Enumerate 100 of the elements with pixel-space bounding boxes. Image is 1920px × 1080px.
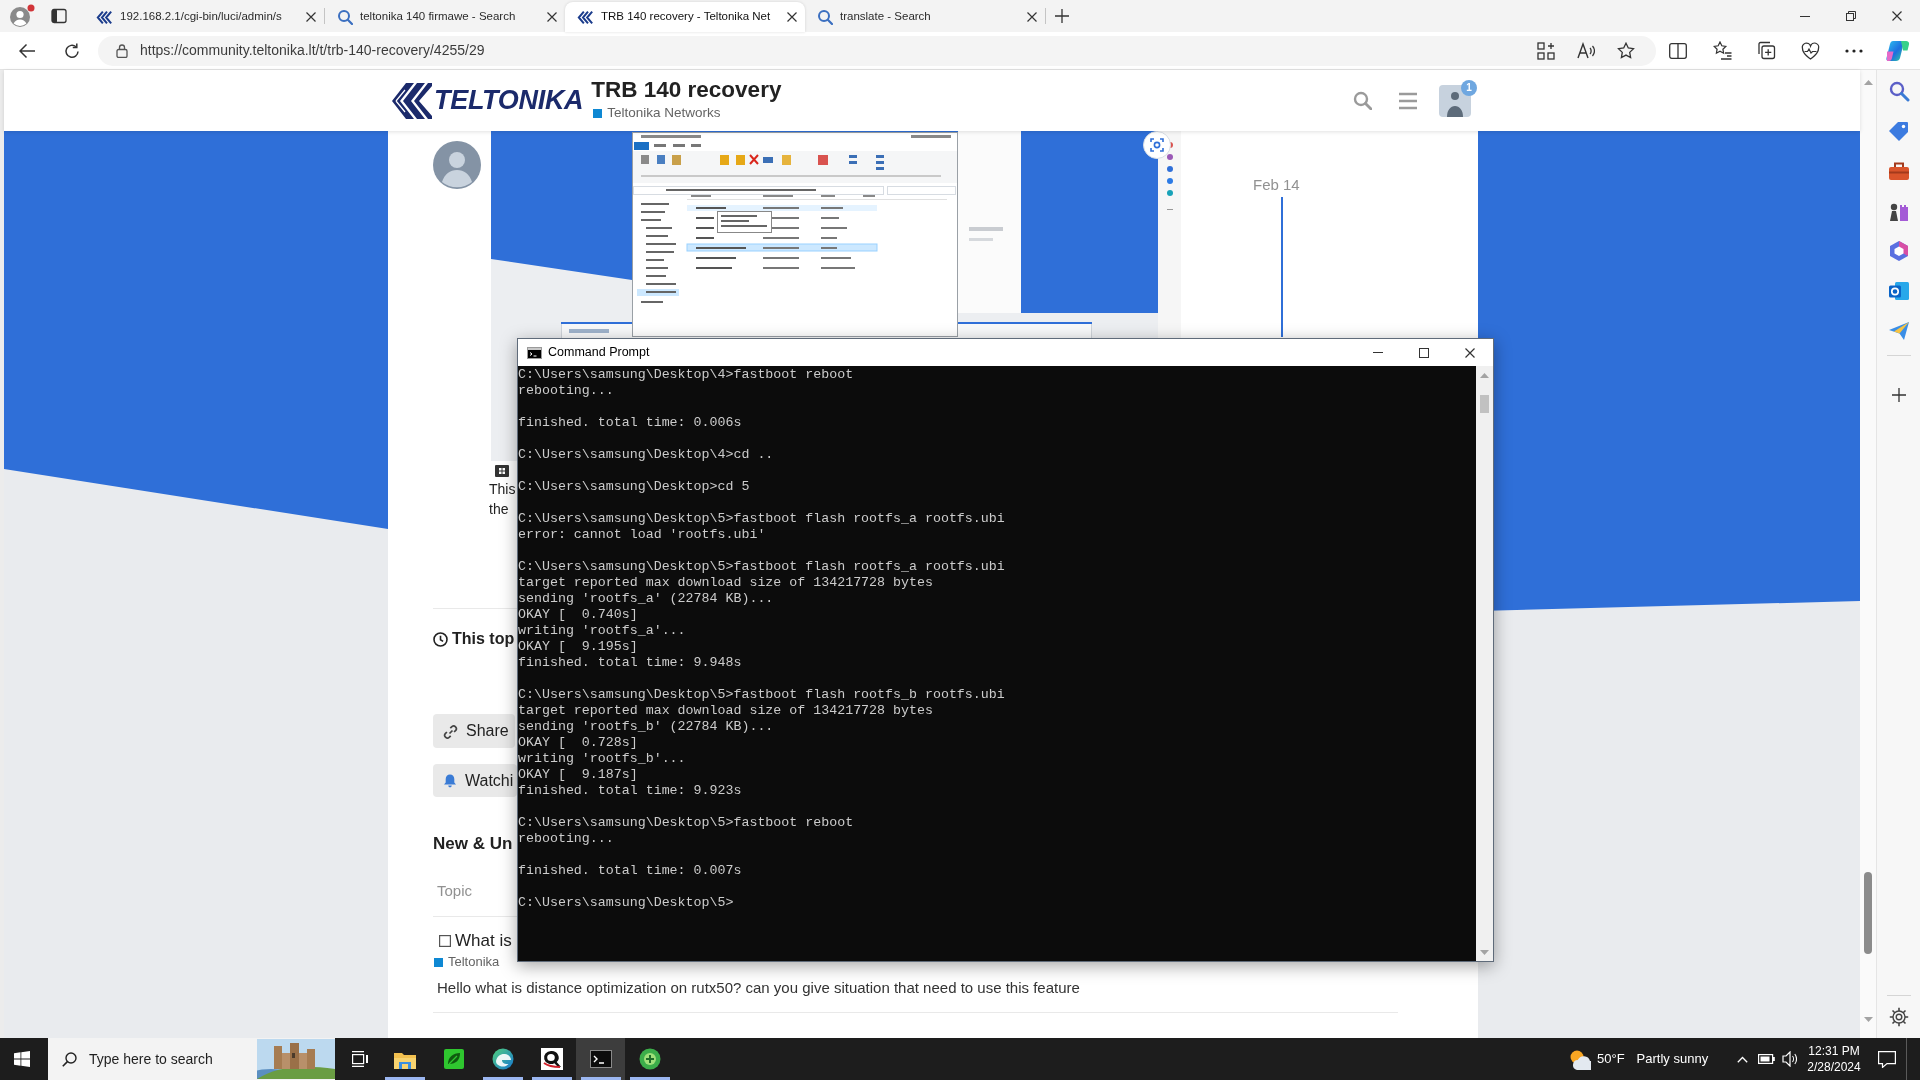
console-line: OKAY [ 9.195s] [518,639,638,655]
menu-icon[interactable] [1399,91,1417,110]
console-line: OKAY [ 0.728s] [518,735,638,751]
console-line: rebooting... [518,831,614,847]
app-logo-icon [540,1048,563,1070]
grid-icon[interactable] [495,465,509,477]
browser-tab[interactable]: TRB 140 recovery - Teltonika Net [565,2,805,32]
link-icon [443,723,458,739]
section-heading: New & Un [433,833,513,855]
heart-pulse-icon[interactable] [1800,41,1820,60]
start-icon[interactable] [14,1051,30,1067]
avatar-placeholder[interactable] [433,141,481,189]
search-icon [62,1051,77,1067]
split-screen-icon[interactable] [1669,42,1687,59]
more-icon[interactable] [1845,48,1863,53]
scroll-thumb[interactable] [1864,872,1872,954]
scan-icon[interactable] [1143,131,1171,159]
taskbar-button[interactable] [576,1038,625,1080]
favorite-star-icon[interactable] [1617,42,1635,59]
search-icon[interactable] [1352,91,1372,110]
paper-plane-icon[interactable] [1887,320,1910,342]
watch-button[interactable]: Watchi [433,764,517,797]
leaf-tile-icon [443,1049,464,1069]
console-line: writing 'rootfs_b'... [518,751,686,767]
site-logo[interactable]: TELTONIKA [388,80,584,121]
clock-icon [433,631,448,647]
console-icon [589,1050,612,1068]
speaker-icon[interactable] [1781,1051,1797,1067]
read-aloud-icon[interactable] [1577,41,1595,60]
address-bar[interactable]: https://community.teltonika.lt/t/trb-140-recovery/4255/29 [98,35,1656,66]
clock-time[interactable]: 12:31 PM [1800,1043,1868,1059]
chevron-up-icon[interactable] [1736,1055,1748,1063]
close-icon[interactable] [1465,347,1475,358]
console-line: C:\Users\samsung\Desktop\5>fastboot flash rootfs_a rootfs.ubi [518,559,1005,575]
console-line: C:\Users\samsung\Desktop\5> [518,895,734,911]
console-line: writing 'rootfs_a'... [518,623,686,639]
chevrons-icon [577,9,594,25]
close-icon[interactable] [787,12,797,22]
search-icon [337,9,353,25]
console-line: OKAY [ 0.740s] [518,607,638,623]
add-icon[interactable] [1891,388,1906,402]
task-view-icon[interactable] [352,1051,368,1067]
browser-icon [491,1048,514,1070]
search-icon[interactable] [1887,80,1910,102]
restore-icon[interactable] [1846,11,1856,21]
profile-icon[interactable] [9,4,35,28]
browser-tab[interactable]: translate - Search [805,2,1045,32]
share-button[interactable]: Share [433,714,515,748]
console-line: OKAY [ 9.187s] [518,767,638,783]
toolbox-icon[interactable] [1887,160,1910,182]
temperature-text[interactable]: 50°F [1597,1049,1625,1069]
topic-excerpt: Hello what is distance optimization on rutx50? can you give situation that need to use this feature [436,978,1080,998]
timeline-track[interactable] [1281,197,1283,337]
search-input[interactable]: Type here to search [89,1049,257,1069]
section-heading: This top [452,629,515,649]
notification-icon[interactable] [1878,1050,1896,1068]
weather-icon[interactable] [1568,1048,1591,1070]
tab-actions-icon[interactable] [51,8,67,24]
maximize-icon[interactable] [1419,347,1429,358]
bell-icon [443,773,457,788]
window-title: Command Prompt [548,344,650,362]
battery-icon[interactable] [1757,1052,1775,1066]
collections-icon[interactable] [1756,41,1776,60]
mail-icon[interactable] [1887,280,1910,302]
minimize-icon[interactable] [1800,15,1810,17]
close-icon[interactable] [1892,11,1902,21]
console-line: sending 'rootfs_b' (22784 KB)... [518,719,774,735]
tag-icon[interactable] [1887,120,1910,142]
scroll-thumb[interactable] [1480,395,1489,413]
console-line: finished. total time: 9.948s [518,655,742,671]
weather-text[interactable]: Partly sunny [1636,1049,1709,1069]
checkbox-icon [439,935,451,947]
clock-date[interactable]: 2/28/2024 [1800,1059,1868,1075]
apps-icon[interactable] [1537,41,1555,60]
console-line: C:\Users\samsung\Desktop>cd 5 [518,479,750,495]
settings-icon[interactable] [1888,1007,1909,1027]
console-line: finished. total time: 0.006s [518,415,742,431]
category-link[interactable]: Teltonika [434,954,500,970]
console-line: C:\Users\samsung\Desktop\5>fastboot reboot [518,815,854,831]
favorites-icon[interactable] [1712,41,1732,60]
lock-icon[interactable] [116,43,128,58]
hexagon-logo-icon[interactable] [1887,240,1910,262]
close-icon[interactable] [547,12,557,22]
post-text: This [489,480,516,499]
console-line: C:\Users\samsung\Desktop\4>fastboot reboot [518,367,854,383]
avatar-placeholder[interactable] [1439,84,1471,117]
console-line: rebooting... [518,383,614,399]
topic-title[interactable]: TRB 140 recovery [591,77,782,102]
browser-tab[interactable]: teltonika 140 firmawe - Search [325,2,565,32]
category-link[interactable]: Teltonika Networks [593,105,721,121]
search-bar[interactable]: Type here to search [48,1038,335,1080]
back-icon[interactable] [19,42,35,59]
browser-tab[interactable]: 192.168.2.1/cgi-bin/luci/admin/s [84,2,324,32]
close-icon[interactable] [1027,12,1037,22]
topic-link[interactable]: What is [455,930,512,952]
refresh-icon[interactable] [64,42,80,59]
close-icon[interactable] [306,12,316,22]
console-line: sending 'rootfs_a' (22784 KB)... [518,591,774,607]
new-tab-icon[interactable] [1055,9,1069,23]
gradient-logo-icon[interactable] [1886,39,1910,62]
